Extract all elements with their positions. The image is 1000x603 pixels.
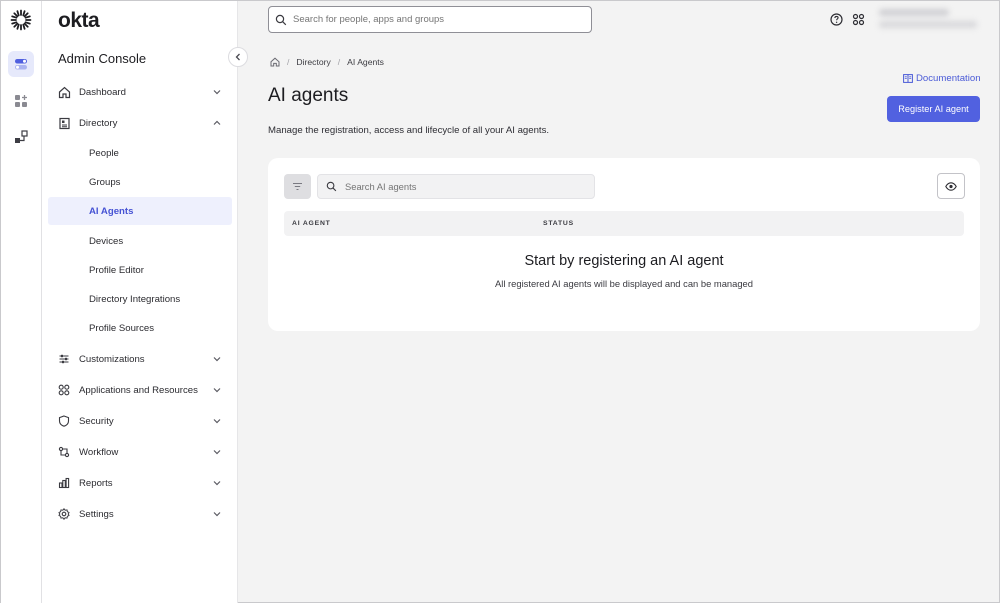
breadcrumb-separator: /	[337, 57, 341, 67]
breadcrumb-directory[interactable]: Directory	[296, 57, 330, 67]
sidebar-item-label: Workflow	[79, 446, 119, 458]
chevron-down-icon	[213, 90, 221, 95]
sidebar: okta Admin Console Dashboard Directory P…	[42, 1, 248, 603]
sidebar-item-workflow[interactable]: Workflow	[48, 438, 232, 466]
table-header: AI AGENT STATUS	[284, 211, 964, 236]
documentation-label: Documentation	[916, 73, 981, 84]
workflow-icon	[57, 445, 71, 459]
sidebar-subitem-profile-editor[interactable]: Profile Editor	[48, 256, 232, 284]
sidebar-item-applications[interactable]: Applications and Resources	[48, 376, 232, 404]
integrations-icon	[15, 130, 28, 143]
global-search[interactable]	[268, 6, 592, 33]
sidebar-subitem-profile-sources[interactable]: Profile Sources	[48, 314, 232, 342]
sidebar-subitem-devices[interactable]: Devices	[48, 227, 232, 255]
chevron-down-icon	[213, 512, 221, 517]
sidebar-item-security[interactable]: Security	[48, 407, 232, 435]
help-circle-icon[interactable]	[830, 13, 843, 26]
chevron-up-icon	[213, 120, 221, 125]
sidebar-item-label: Dashboard	[79, 86, 126, 98]
sidebar-subitem-directory-integrations[interactable]: Directory Integrations	[48, 285, 232, 313]
register-ai-agent-button[interactable]: Register AI agent	[887, 96, 980, 122]
chevron-down-icon	[213, 388, 221, 393]
chevron-down-icon	[213, 481, 221, 486]
eye-icon	[945, 181, 957, 191]
user-org-redacted	[879, 21, 977, 28]
global-search-input[interactable]	[293, 14, 583, 25]
sidebar-item-label: Reports	[79, 477, 113, 489]
ai-agents-search-input[interactable]	[345, 181, 585, 192]
toggle-icon	[15, 59, 27, 70]
sidebar-subitem-people[interactable]: People	[48, 139, 232, 167]
ai-agents-card: AI AGENT STATUS Start by registering an …	[268, 158, 980, 331]
empty-state-subtitle: All registered AI agents will be display…	[495, 278, 753, 289]
chevron-left-icon	[235, 53, 240, 61]
sidebar-subitem-ai-agents[interactable]: AI Agents	[48, 197, 232, 225]
search-icon	[326, 181, 337, 192]
page-title: AI agents	[268, 85, 349, 106]
page-description: Manage the registration, access and life…	[268, 125, 550, 136]
integrations-rail-button[interactable]	[8, 124, 34, 150]
sliders-icon	[57, 352, 71, 366]
collapse-sidebar-button[interactable]	[228, 47, 248, 67]
sidebar-item-label: Customizations	[79, 353, 145, 365]
okta-logo-icon[interactable]	[10, 9, 32, 31]
breadcrumb: / Directory / AI Agents	[270, 57, 384, 67]
sidebar-item-label: Applications and Resources	[79, 384, 198, 396]
admin-console-rail-button[interactable]	[8, 51, 34, 77]
add-apps-icon	[15, 95, 27, 107]
column-header-ai-agent[interactable]: AI AGENT	[292, 220, 331, 227]
book-icon	[903, 74, 913, 83]
app-rail	[1, 1, 42, 603]
column-visibility-button[interactable]	[937, 173, 965, 199]
console-title: Admin Console	[58, 51, 147, 66]
reports-icon	[57, 476, 71, 490]
sidebar-item-label: Settings	[79, 508, 114, 520]
breadcrumb-separator: /	[287, 57, 290, 67]
chevron-down-icon	[213, 450, 221, 455]
sidebar-item-reports[interactable]: Reports	[48, 469, 232, 497]
shield-icon	[57, 414, 71, 428]
chevron-down-icon	[213, 419, 221, 424]
sidebar-item-directory[interactable]: Directory	[48, 109, 232, 137]
sidebar-item-settings[interactable]: Settings	[48, 500, 232, 528]
filter-icon	[293, 182, 302, 191]
filter-button[interactable]	[284, 174, 311, 199]
sidebar-item-label: Directory	[79, 117, 118, 129]
gear-icon	[57, 507, 71, 521]
breadcrumb-ai-agents: AI Agents	[347, 57, 384, 67]
ai-agents-search[interactable]	[317, 174, 595, 199]
search-icon	[275, 14, 287, 25]
user-menu[interactable]	[879, 9, 979, 33]
empty-state-title: Start by registering an AI agent	[524, 253, 724, 269]
sidebar-subitem-groups[interactable]: Groups	[48, 168, 232, 196]
app-window: okta Admin Console Dashboard Directory P…	[0, 0, 1000, 603]
sidebar-item-label: Security	[79, 415, 114, 427]
user-name-redacted	[879, 9, 949, 16]
home-icon	[57, 85, 71, 99]
okta-wordmark[interactable]: okta	[58, 9, 100, 33]
chevron-down-icon	[213, 357, 221, 362]
sidebar-item-dashboard[interactable]: Dashboard	[48, 78, 232, 106]
directory-icon	[57, 116, 71, 130]
column-header-status[interactable]: STATUS	[543, 220, 574, 227]
home-icon[interactable]	[270, 57, 280, 67]
apps-rail-button[interactable]	[8, 88, 34, 114]
sidebar-item-customizations[interactable]: Customizations	[48, 345, 232, 373]
documentation-link[interactable]: Documentation	[903, 73, 981, 84]
grid-icon[interactable]	[852, 13, 865, 26]
apps-icon	[57, 383, 71, 397]
